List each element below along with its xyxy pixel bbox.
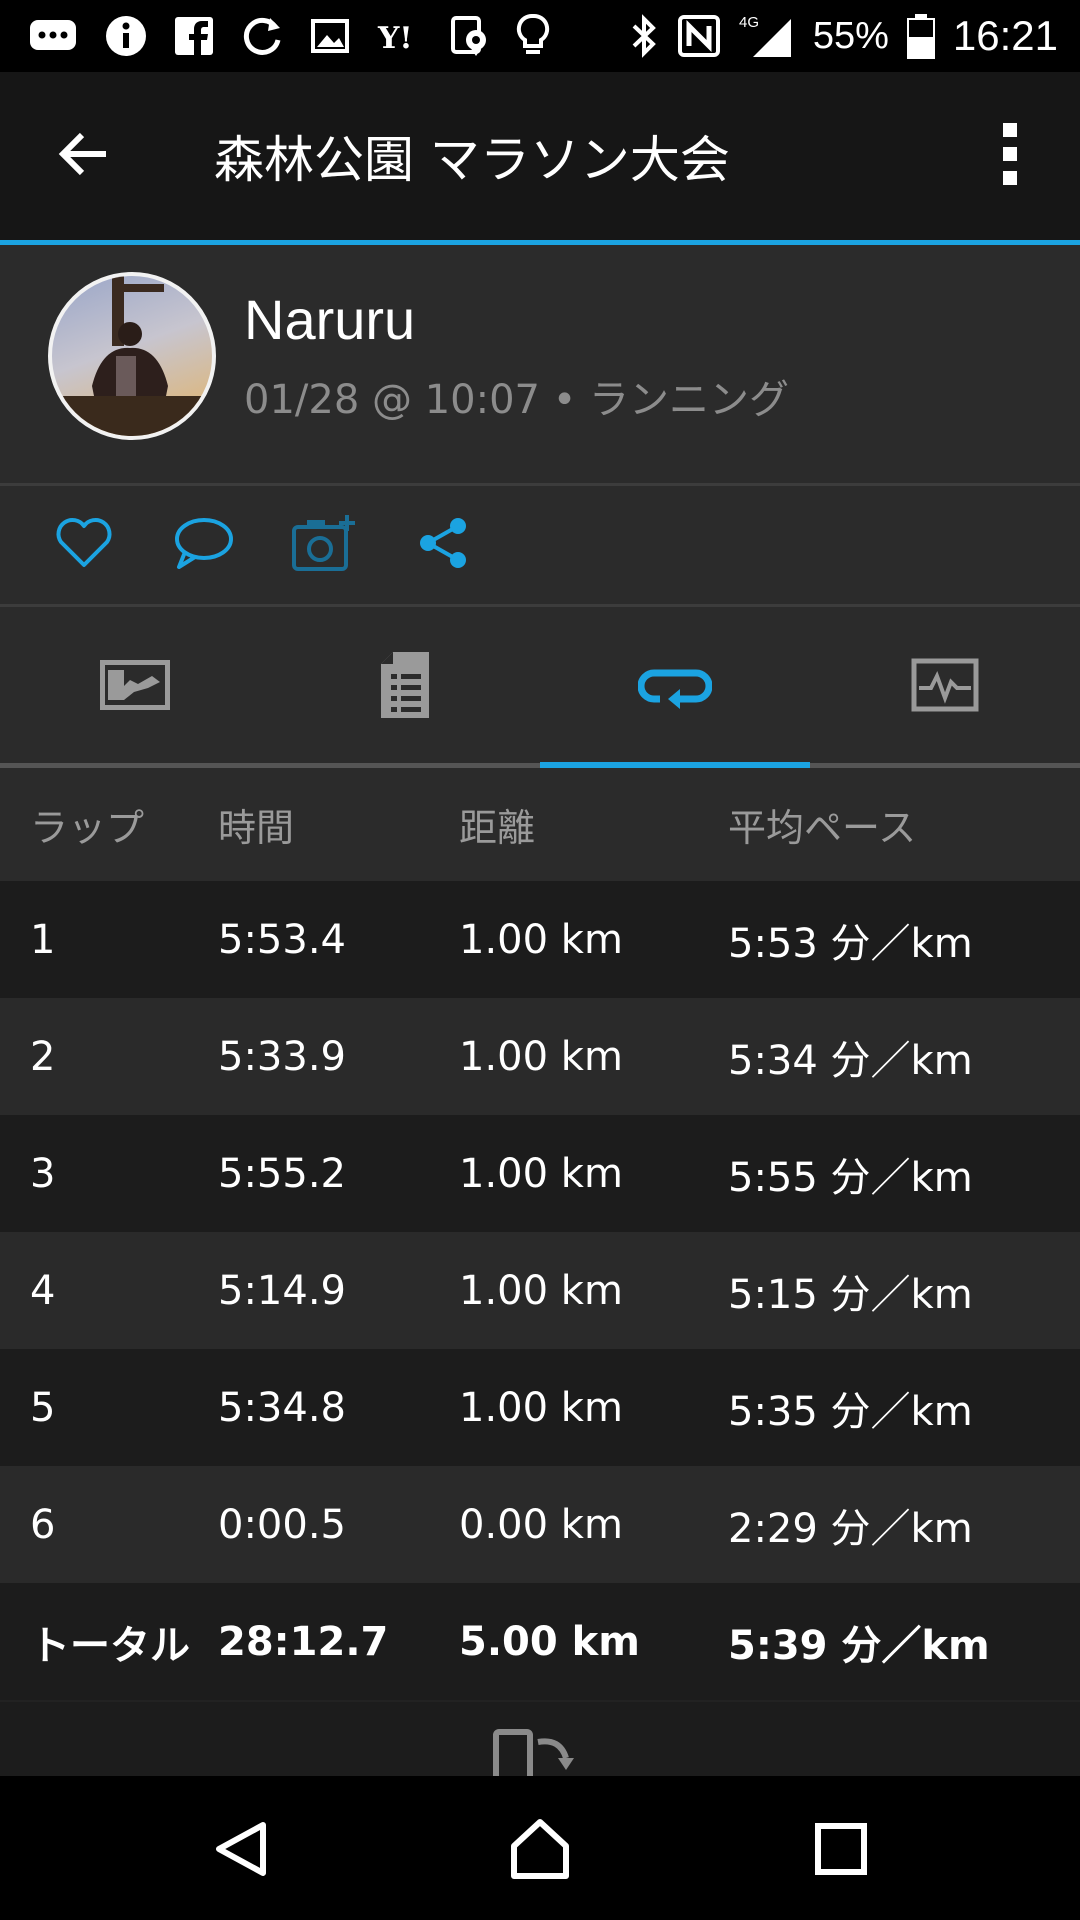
lap-time: 5:55.2 bbox=[218, 1150, 346, 1197]
lap-distance: 1.00 km bbox=[459, 1150, 623, 1197]
stats-icon bbox=[379, 650, 431, 724]
lap-number: 6 bbox=[30, 1501, 56, 1548]
lap-pace: 5:15 分／km bbox=[728, 1271, 973, 1318]
lap-pace: 2:29 分／km bbox=[728, 1505, 973, 1552]
lightbulb-icon bbox=[516, 13, 550, 59]
lap-pace: 5:53 分／km bbox=[728, 920, 973, 967]
tab-laps[interactable] bbox=[540, 607, 810, 767]
map-icon bbox=[98, 658, 172, 716]
arrow-left-icon bbox=[58, 131, 110, 181]
lap-time: 0:00.5 bbox=[218, 1501, 346, 1548]
header-time: 時間 bbox=[218, 806, 295, 850]
header-lap: ラップ bbox=[30, 806, 145, 850]
lap-distance: 0.00 km bbox=[459, 1501, 623, 1548]
table-header: ラップ 時間 距離 平均ペース bbox=[0, 768, 1080, 881]
table-total-row: トータル 28:12.7 5.00 km 5:39 分／km bbox=[0, 1583, 1080, 1700]
more-vert-icon bbox=[1002, 122, 1018, 190]
total-label: トータル bbox=[30, 1622, 190, 1669]
nav-recents-button[interactable] bbox=[796, 1806, 886, 1896]
notification-icons: Y! bbox=[0, 13, 550, 59]
table-row[interactable]: 6 0:00.5 0.00 km 2:29 分／km bbox=[0, 1466, 1080, 1583]
user-name[interactable]: Naruru bbox=[244, 287, 415, 352]
share-button[interactable] bbox=[413, 514, 475, 576]
lap-number: 2 bbox=[30, 1033, 56, 1080]
back-triangle-icon bbox=[211, 1819, 271, 1883]
info-icon bbox=[104, 14, 148, 58]
activity-meta: 01/28 @ 10:07 • ランニング bbox=[244, 377, 789, 423]
location-icon bbox=[450, 14, 490, 58]
tab-map[interactable] bbox=[0, 607, 270, 767]
system-nav-bar bbox=[0, 1776, 1080, 1920]
page-title: 森林公園 マラソン大会 bbox=[214, 131, 730, 189]
battery-percent: 55% bbox=[812, 14, 889, 57]
sync-icon bbox=[240, 14, 284, 58]
total-distance: 5.00 km bbox=[459, 1618, 640, 1665]
total-time: 28:12.7 bbox=[218, 1618, 389, 1665]
nav-home-button[interactable] bbox=[495, 1806, 585, 1896]
overflow-menu-button[interactable] bbox=[980, 106, 1040, 206]
heart-icon bbox=[55, 517, 113, 573]
laps-icon bbox=[637, 659, 713, 715]
nav-back-button[interactable] bbox=[196, 1806, 286, 1896]
share-icon bbox=[418, 517, 470, 573]
back-button[interactable] bbox=[34, 106, 134, 206]
chart-icon bbox=[911, 658, 979, 716]
lap-number: 5 bbox=[30, 1384, 56, 1431]
lap-distance: 1.00 km bbox=[459, 1033, 623, 1080]
activity-tabs bbox=[0, 607, 1080, 767]
action-bar bbox=[0, 486, 1080, 604]
battery-icon bbox=[906, 13, 935, 59]
lap-number: 1 bbox=[30, 916, 56, 963]
lap-pace: 5:55 分／km bbox=[728, 1154, 973, 1201]
header-pace: 平均ペース bbox=[728, 806, 917, 850]
comment-button[interactable] bbox=[173, 514, 235, 576]
table-row[interactable]: 4 5:14.9 1.00 km 5:15 分／km bbox=[0, 1232, 1080, 1349]
lap-time: 5:53.4 bbox=[218, 916, 346, 963]
app-bar: 森林公園 マラソン大会 bbox=[0, 72, 1080, 240]
table-row[interactable]: 5 5:34.8 1.00 km 5:35 分／km bbox=[0, 1349, 1080, 1466]
add-photo-icon bbox=[291, 513, 357, 577]
svg-text:Y!: Y! bbox=[377, 21, 413, 56]
activity-owner: Naruru 01/28 @ 10:07 • ランニング bbox=[0, 245, 1080, 483]
status-bar: Y! 4G 55% 16:21 bbox=[0, 0, 1080, 72]
lap-number: 4 bbox=[30, 1267, 56, 1314]
recents-icon bbox=[814, 1822, 868, 1880]
tab-stats[interactable] bbox=[270, 607, 540, 767]
lap-number: 3 bbox=[30, 1150, 56, 1197]
yahoo-icon: Y! bbox=[376, 16, 424, 56]
avatar[interactable] bbox=[48, 272, 216, 440]
lap-distance: 1.00 km bbox=[459, 916, 623, 963]
lap-distance: 1.00 km bbox=[459, 1384, 623, 1431]
lap-pace: 5:34 分／km bbox=[728, 1037, 973, 1084]
image-icon bbox=[310, 16, 350, 56]
lap-time: 5:34.8 bbox=[218, 1384, 346, 1431]
device-sync-icon[interactable] bbox=[490, 1728, 590, 1776]
signal-icon: 4G bbox=[739, 13, 795, 59]
laps-table: ラップ 時間 距離 平均ペース 1 5:53.4 1.00 km 5:53 分／… bbox=[0, 768, 1080, 1700]
table-row[interactable]: 3 5:55.2 1.00 km 5:55 分／km bbox=[0, 1115, 1080, 1232]
nfc-icon bbox=[677, 14, 721, 58]
tab-chart[interactable] bbox=[810, 607, 1080, 767]
home-icon bbox=[508, 1818, 572, 1884]
add-photo-button[interactable] bbox=[291, 513, 357, 577]
total-pace: 5:39 分／km bbox=[728, 1622, 990, 1669]
bluetooth-icon bbox=[629, 14, 659, 58]
clock: 16:21 bbox=[952, 12, 1058, 59]
scroll-content-partial bbox=[0, 1702, 1080, 1776]
lap-time: 5:14.9 bbox=[218, 1267, 346, 1314]
like-button[interactable] bbox=[53, 514, 115, 576]
network-type: 4G bbox=[739, 14, 759, 31]
lap-time: 5:33.9 bbox=[218, 1033, 346, 1080]
table-row[interactable]: 2 5:33.9 1.00 km 5:34 分／km bbox=[0, 998, 1080, 1115]
lap-distance: 1.00 km bbox=[459, 1267, 623, 1314]
lap-pace: 5:35 分／km bbox=[728, 1388, 973, 1435]
chat-icon bbox=[28, 16, 78, 56]
system-status: 4G 55% 16:21 bbox=[629, 12, 1080, 60]
comment-icon bbox=[173, 515, 235, 575]
facebook-icon bbox=[174, 16, 214, 56]
header-distance: 距離 bbox=[459, 806, 536, 850]
table-row[interactable]: 1 5:53.4 1.00 km 5:53 分／km bbox=[0, 881, 1080, 998]
